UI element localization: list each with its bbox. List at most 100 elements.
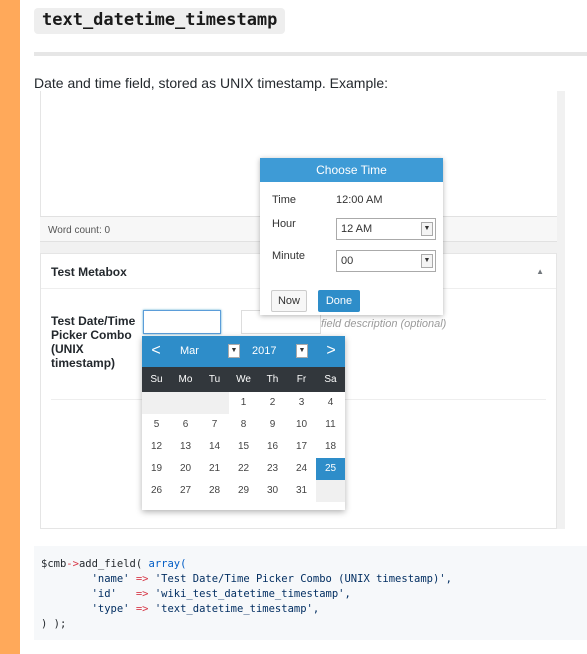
calendar-day[interactable]: 2 [258, 392, 287, 414]
date-input[interactable] [143, 310, 221, 334]
collapse-arrow-icon[interactable]: ▲ [536, 267, 544, 276]
code-token: array( [148, 558, 187, 570]
calendar-day[interactable]: 28 [200, 480, 229, 502]
code-token: -> [66, 558, 79, 570]
calendar-week: 5 6 7 8 9 10 11 [142, 414, 345, 436]
code-token: => [135, 573, 149, 585]
month-value: Mar [180, 345, 199, 357]
code-line: 'name' => 'Test Date/Time Picker Combo (… [41, 573, 452, 585]
calendar-day[interactable]: 21 [200, 458, 229, 480]
calendar-day[interactable]: 1 [229, 392, 258, 414]
code-line: $cmb->add_field( array( [41, 558, 186, 570]
code-token: => [135, 603, 149, 615]
code-token: $cmb [41, 558, 67, 570]
calendar-grid: 1 2 3 4 5 6 7 8 9 10 11 12 13 14 15 16 17 18 19 20 21 22 23 24 2… [142, 392, 345, 502]
calendar-day[interactable]: 7 [200, 414, 229, 436]
code-token: 'wiki_test_datetime_timestamp', [154, 588, 351, 600]
time-value: 12:00 AM [336, 194, 383, 206]
prev-month-button[interactable]: < [146, 342, 166, 360]
section-description: Date and time field, stored as UNIX time… [34, 75, 389, 91]
calendar-day[interactable]: 16 [258, 436, 287, 458]
calendar-day[interactable]: 17 [287, 436, 316, 458]
code-token: 'id' [91, 588, 117, 600]
minute-select[interactable]: 00 ▼ [336, 250, 436, 272]
calendar-day[interactable]: 5 [142, 414, 171, 436]
code-line: 'id' => 'wiki_test_datetime_timestamp', [41, 588, 351, 600]
calendar-day[interactable]: 25 [316, 458, 345, 480]
code-token: add_field( [78, 558, 149, 570]
year-select[interactable]: 2017 ▼ [240, 342, 316, 360]
hour-label: Hour [272, 218, 296, 230]
month-select[interactable]: Mar ▼ [170, 342, 242, 360]
timepicker: Choose Time Time 12:00 AM Hour 12 AM ▼ M… [260, 158, 443, 315]
metabox-title: Test Metabox [51, 265, 127, 279]
chevron-down-icon[interactable]: ▼ [421, 254, 433, 268]
now-button[interactable]: Now [271, 290, 307, 312]
calendar-day[interactable]: 10 [287, 414, 316, 436]
code-token: => [135, 588, 149, 600]
chevron-down-icon[interactable]: ▼ [421, 222, 433, 236]
calendar-day[interactable]: 31 [287, 480, 316, 502]
example-screenshot: Word count: 0 Test Metabox ▲ Test Date/T… [40, 91, 565, 529]
weekday-label: We [236, 374, 251, 385]
code-token: ) ); [41, 618, 67, 630]
calendar-day[interactable]: 3 [287, 392, 316, 414]
calendar-day[interactable]: 4 [316, 392, 345, 414]
done-button[interactable]: Done [318, 290, 360, 312]
calendar-empty-cell [316, 480, 345, 502]
code-token: 'text_datetime_timestamp', [154, 603, 320, 615]
calendar-day[interactable]: 18 [316, 436, 345, 458]
minute-label: Minute [272, 250, 306, 262]
code-token: 'type' [91, 603, 130, 615]
weekday-label: Mo [178, 374, 193, 385]
calendar-day[interactable]: 30 [258, 480, 287, 502]
word-count: Word count: 0 [48, 225, 111, 236]
weekday-label: Fr [296, 374, 307, 385]
calendar-day[interactable]: 29 [229, 480, 258, 502]
calendar-day[interactable]: 6 [171, 414, 200, 436]
calendar-empty-cell [142, 392, 171, 414]
calendar-day[interactable]: 23 [258, 458, 287, 480]
timepicker-title: Choose Time [260, 158, 443, 182]
section-heading: text_datetime_timestamp [34, 8, 286, 34]
calendar-day[interactable]: 19 [142, 458, 171, 480]
calendar-day[interactable]: 22 [229, 458, 258, 480]
year-value: 2017 [252, 345, 277, 357]
calendar-week: 12 13 14 15 16 17 18 [142, 436, 345, 458]
weekday-label: Sa [324, 374, 337, 385]
field-description: field description (optional) [321, 318, 447, 330]
next-month-button[interactable]: > [321, 342, 341, 360]
calendar-week: 1234 [142, 392, 345, 414]
calendar-empty-cell [171, 392, 200, 414]
field-label: Test Date/Time Picker Combo (UNIX timest… [51, 314, 136, 370]
calendar-day[interactable]: 9 [258, 414, 287, 436]
calendar-day[interactable]: 11 [316, 414, 345, 436]
calendar-day[interactable]: 26 [142, 480, 171, 502]
calendar-day[interactable]: 24 [287, 458, 316, 480]
calendar-day[interactable]: 14 [200, 436, 229, 458]
code-token: 'Test Date/Time Picker Combo (UNIX times… [154, 573, 452, 585]
chevron-down-icon[interactable]: ▼ [296, 344, 308, 358]
hour-select[interactable]: 12 AM ▼ [336, 218, 436, 240]
divider [34, 52, 587, 56]
calendar-empty-cell [200, 392, 229, 414]
code-token: 'name' [91, 573, 130, 585]
calendar-day[interactable]: 20 [171, 458, 200, 480]
calendar-day[interactable]: 27 [171, 480, 200, 502]
calendar-day[interactable]: 13 [171, 436, 200, 458]
doc-page: text_datetime_timestamp Date and time fi… [20, 0, 587, 654]
calendar-day[interactable]: 12 [142, 436, 171, 458]
weekday-header: Su Mo Tu We Th Fr Sa [142, 367, 345, 392]
time-label: Time [272, 194, 297, 206]
scrollbar[interactable] [557, 91, 565, 529]
weekday-label: Su [150, 374, 163, 385]
chevron-down-icon[interactable]: ▼ [228, 344, 240, 358]
code-line: 'type' => 'text_datetime_timestamp', [41, 603, 320, 615]
calendar-week: 19 20 21 22 23 24 25 [142, 458, 345, 480]
datepicker-header: < Mar ▼ 2017 ▼ > [142, 336, 345, 367]
weekday-label: Tu [208, 374, 221, 385]
calendar-day[interactable]: 8 [229, 414, 258, 436]
minute-value: 00 [341, 255, 354, 267]
calendar-day[interactable]: 15 [229, 436, 258, 458]
code-block: $cmb->add_field( array( 'name' => 'Test … [34, 546, 587, 640]
